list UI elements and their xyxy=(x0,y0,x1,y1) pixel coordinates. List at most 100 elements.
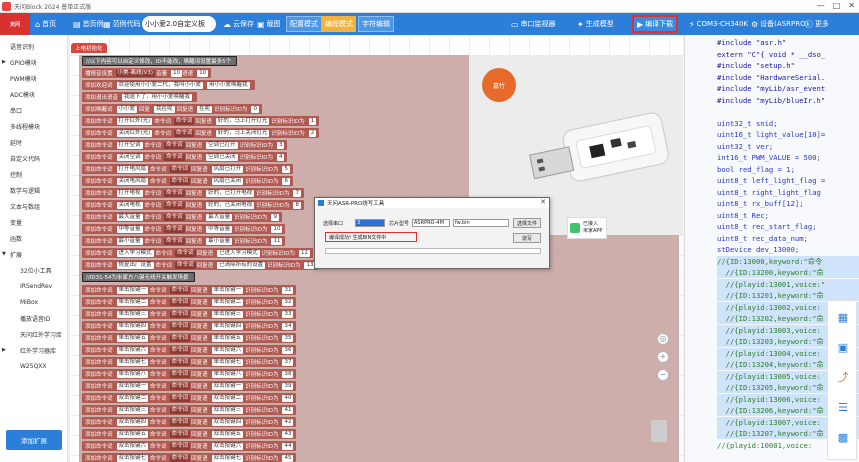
id-field[interactable]: 5 xyxy=(282,165,290,173)
code-examples-button[interactable]: ▦ 范例代码 xyxy=(100,16,144,32)
command-text-field[interactable]: 进入学习模式 xyxy=(116,249,154,257)
sidebar-item[interactable]: 自定义代码 xyxy=(0,151,68,165)
screenshot-button[interactable]: ▣ 截图 xyxy=(254,16,284,32)
wake-word-block[interactable]: 添加唤醒词 小小爱 回复 我在呢 回复语 在呢 识别标识ID为 0 xyxy=(82,104,262,114)
command-type-dropdown[interactable]: 命令词 xyxy=(169,298,191,306)
command-text-field[interactable]: 单击按键四 xyxy=(116,322,149,330)
cloud-save-button[interactable]: ☁ 云保存 xyxy=(220,16,257,32)
command-text-field[interactable]: 打开电视 xyxy=(116,189,143,197)
command-text-field[interactable]: 单击按键一 xyxy=(116,286,149,294)
reply-text-field[interactable]: 单击按键七 xyxy=(211,358,244,366)
command-type-dropdown[interactable]: 命令词 xyxy=(169,442,191,450)
image-icon[interactable]: ▣ xyxy=(833,337,853,357)
command-type-dropdown[interactable]: 命令词 xyxy=(169,394,191,402)
more-button[interactable]: ⓘ 更多 xyxy=(802,16,832,32)
command-text-field[interactable]: 单击按键五 xyxy=(116,334,149,342)
reply-text-field[interactable]: 单击按键一 xyxy=(211,286,244,294)
command-type-dropdown[interactable]: 命令词 xyxy=(164,201,185,209)
id-field[interactable]: 44 xyxy=(282,442,294,450)
command-text-field[interactable]: 关闭空调 xyxy=(116,153,143,161)
id-field[interactable]: 9 xyxy=(271,213,279,221)
command-text-field[interactable]: 打开红外(光) xyxy=(116,117,153,125)
command-type-dropdown[interactable]: 命令词 xyxy=(173,117,195,125)
command-word-block[interactable]: 添加命令词 打开空调 命令词 命令词 回复语 空调已打开 识别标识ID为 3 xyxy=(82,140,288,150)
command-type-dropdown[interactable]: 命令词 xyxy=(169,370,191,378)
command-text-field[interactable]: 双击按键七 xyxy=(116,454,149,462)
command-text-field[interactable]: 打开电风扇 xyxy=(116,165,149,173)
speed-field[interactable]: 10 xyxy=(197,69,209,77)
command-text-field[interactable]: 双击按键四 xyxy=(116,418,149,426)
key-command-block[interactable]: 添加命令词 双击按键七 命令词 命令词 回复语 双击按键七 识别标识ID为 45 xyxy=(82,453,297,462)
compile-mode-button[interactable]: 编程模式 xyxy=(322,16,356,32)
id-field[interactable]: 4 xyxy=(276,153,285,161)
chart-icon[interactable]: ▦ xyxy=(833,307,853,327)
reply-text-field[interactable]: 双击按键五 xyxy=(211,430,244,438)
command-type-dropdown[interactable]: 命令词 xyxy=(164,225,185,233)
command-type-dropdown[interactable]: 命令词 xyxy=(169,165,191,173)
id-field[interactable]: 12 xyxy=(298,249,310,257)
firmware-file-field[interactable]: fw.bin xyxy=(453,219,509,227)
reply-text-field[interactable]: 双击按键六 xyxy=(211,442,244,450)
sidebar-item[interactable]: 函数 xyxy=(0,231,68,245)
block-part[interactable]: 我在呢 xyxy=(154,105,175,113)
sidebar-item[interactable]: ADC模块 xyxy=(0,87,68,101)
command-text-field[interactable]: 双击按键五 xyxy=(116,430,149,438)
compile-download-button[interactable]: ▶ 编译下载 xyxy=(632,15,679,33)
maximize-button[interactable]: □ xyxy=(833,1,841,10)
burn-button[interactable]: 烧写 xyxy=(513,233,541,243)
volume-field[interactable]: 10 xyxy=(171,69,183,77)
command-type-dropdown[interactable]: 命令词 xyxy=(164,141,185,149)
reply-text-field[interactable]: 双击按键三 xyxy=(211,406,244,414)
id-field[interactable]: 3 xyxy=(276,141,285,149)
command-text-field[interactable]: 单击按键七 xyxy=(116,358,149,366)
config-mode-button[interactable]: 配置模式 xyxy=(286,16,322,32)
voice-dropdown[interactable]: 小美-离线(V3) xyxy=(115,69,156,77)
command-text-field[interactable]: 关闭红外(光) xyxy=(116,129,153,137)
command-word-block[interactable]: 添加命令词 进入学习模式 命令词 命令词 回复语 已进入学习模式 识别标识ID为 12 xyxy=(82,248,313,258)
add-extension-button[interactable]: 添加扩展 xyxy=(6,430,62,450)
reply-text-field[interactable]: 双击按键二 xyxy=(211,394,244,402)
command-word-block[interactable]: 添加命令词 打开电视 命令词 命令词 回复语 好的，已打开电视 识别标识ID为 7 xyxy=(82,188,304,198)
id-field[interactable]: 1 xyxy=(308,117,317,125)
recenter-button[interactable]: ◎ xyxy=(657,333,669,345)
command-word-block[interactable]: 添加命令词 关闭红外(光) 命令词 命令词 回复语 好的，马上关闭灯光 识别标识ID为 2 xyxy=(82,128,320,138)
reply-text-field[interactable]: 单击按键六 xyxy=(211,346,244,354)
id-field[interactable]: 41 xyxy=(282,406,294,414)
command-text-field[interactable]: 最大音量 xyxy=(116,213,143,221)
key-command-block[interactable]: 添加命令词 双击按键四 命令词 命令词 回复语 双击按键四 识别标识ID为 42 xyxy=(82,417,297,427)
command-word-block[interactable]: 添加命令词 最大音量 命令词 命令词 回复语 最大音量 识别标识ID为 9 xyxy=(82,212,282,222)
id-field[interactable]: 8 xyxy=(293,201,301,209)
welcome-block[interactable]: 添加欢迎词 欢迎使用小小爱二代，我叫小小爱 用小小爱唤醒我 xyxy=(82,80,255,90)
reply-text-field[interactable]: 单击按键五 xyxy=(211,334,244,342)
sidebar-item[interactable]: ▶ GPIO模块 xyxy=(0,55,68,69)
zoom-out-button[interactable]: − xyxy=(657,369,669,381)
port-select[interactable]: ⚡ COM3-CH340K xyxy=(686,16,751,32)
command-type-dropdown[interactable]: 命令词 xyxy=(164,189,185,197)
comment-block[interactable]: //以下内容可以自定义修改，ID不能改，唤醒词设置最多5个 xyxy=(82,56,238,66)
reply-text-field[interactable]: 好的，马上打开灯光 xyxy=(215,117,270,125)
command-text-field[interactable]: 单击按键八 xyxy=(116,370,149,378)
command-text-field[interactable]: 双击按键三 xyxy=(116,406,149,414)
reply-text-field[interactable]: 双击按键七 xyxy=(211,454,244,462)
command-type-dropdown[interactable]: 命令词 xyxy=(169,406,191,414)
sidebar-item[interactable]: ▼ 扩展 xyxy=(0,247,68,261)
sidebar-item[interactable]: 多线程模块 xyxy=(0,119,68,133)
command-type-dropdown[interactable]: 命令词 xyxy=(164,213,185,221)
sidebar-item[interactable]: W25QXX xyxy=(0,359,68,373)
reply-text-field[interactable]: 好的，已关闭电视 xyxy=(206,201,255,209)
serial-monitor-button[interactable]: ▭ 串口监视器 xyxy=(508,16,559,32)
id-field[interactable]: 6 xyxy=(282,177,290,185)
reply-text-field[interactable]: 双击按键一 xyxy=(211,382,244,390)
trash-icon[interactable] xyxy=(651,420,667,442)
id-field[interactable]: 40 xyxy=(282,394,294,402)
reply-text-field[interactable]: 单击按键八 xyxy=(211,370,244,378)
reply-text-field[interactable]: 中等音量 xyxy=(206,225,233,233)
id-field[interactable]: 35 xyxy=(282,334,294,342)
command-text-field[interactable]: 双击按键六 xyxy=(116,442,149,450)
reply-text-field[interactable]: 好的，已打开电视 xyxy=(206,189,255,197)
command-type-dropdown[interactable]: 命令词 xyxy=(169,286,191,294)
key-command-block[interactable]: 添加命令词 单击按键三 命令词 命令词 回复语 单击按键三 识别标识ID为 33 xyxy=(82,309,297,319)
command-type-dropdown[interactable]: 命令词 xyxy=(169,358,191,366)
key-command-block[interactable]: 添加命令词 单击按键五 命令词 命令词 回复语 单击按键五 识别标识ID为 35 xyxy=(82,333,297,343)
reply-text-field[interactable]: 单击按键二 xyxy=(211,298,244,306)
